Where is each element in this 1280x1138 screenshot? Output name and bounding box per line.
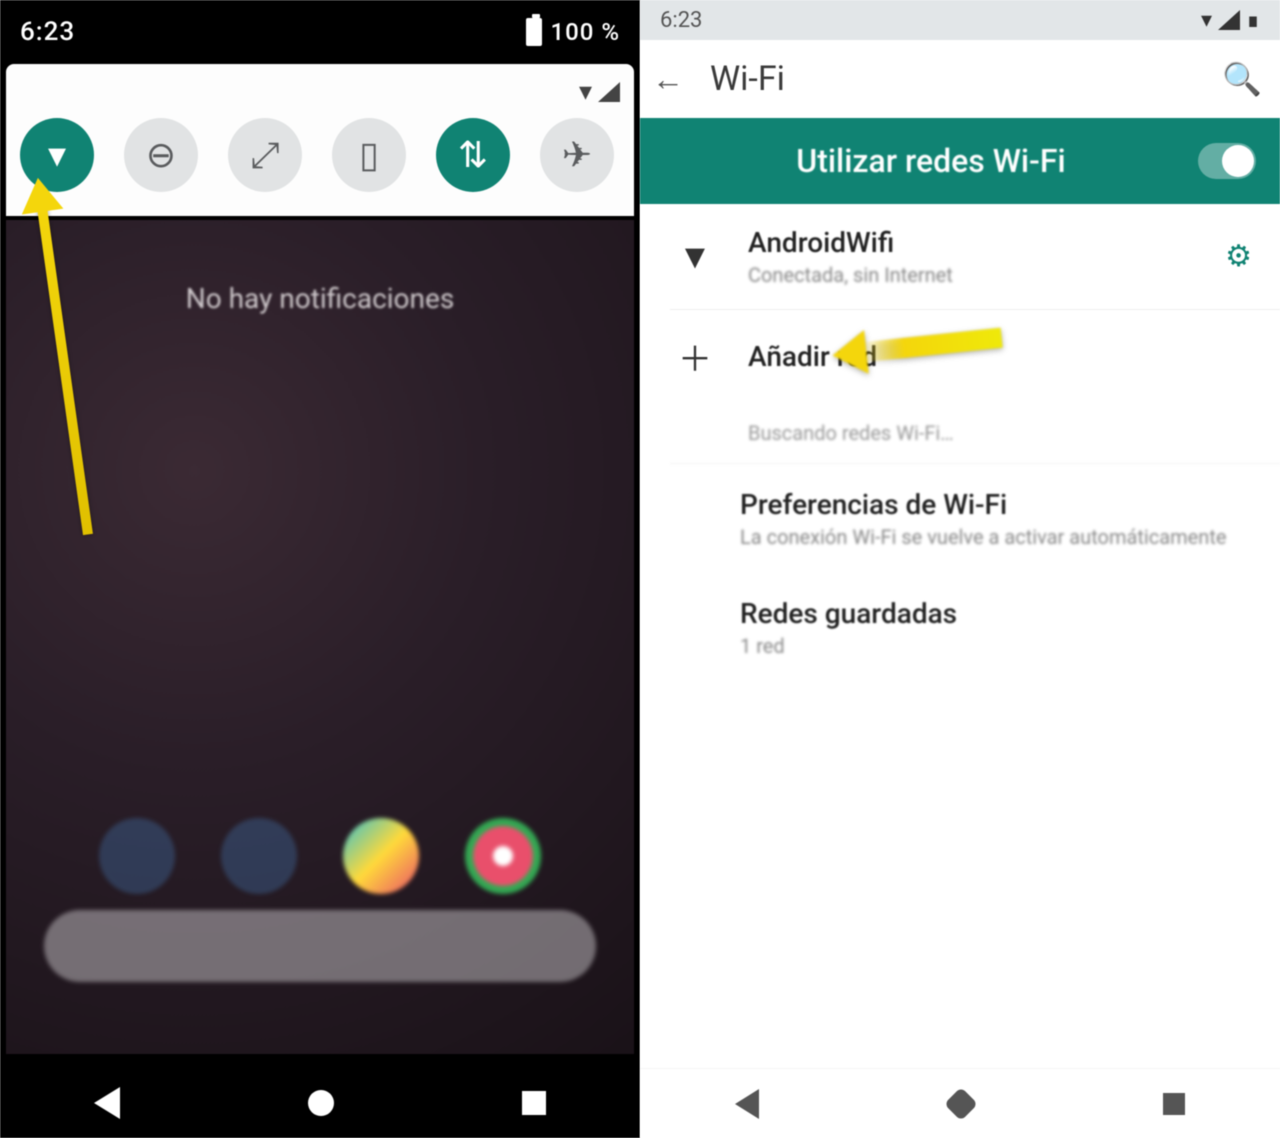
wifi-signal-icon: ▾: [1201, 8, 1212, 33]
plus-icon: ＋: [670, 332, 720, 381]
wifi-preferences-title: Preferencias de Wi-Fi: [740, 488, 1250, 521]
network-settings-gear-icon[interactable]: ⚙: [1225, 239, 1252, 274]
status-battery: 100 %: [526, 18, 620, 46]
wifi-preferences-subtitle: La conexión Wi-Fi se vuelve a activar au…: [740, 525, 1250, 549]
nav-bar: [0, 1068, 640, 1138]
dock: [6, 818, 634, 894]
page-title: Wi-Fi: [710, 59, 1196, 99]
dock-phone-icon[interactable]: [99, 818, 175, 894]
status-time: 6:23: [660, 8, 702, 33]
wifi-signal-icon: ▾: [579, 77, 592, 107]
network-row-connected[interactable]: ▼ AndroidWifi Conectada, sin Internet ⚙: [670, 204, 1280, 310]
saved-networks-row[interactable]: Redes guardadas 1 red: [670, 573, 1280, 682]
saved-networks-subtitle: 1 red: [740, 634, 1250, 658]
wifi-full-icon: ▼: [670, 237, 720, 277]
nav-recent-icon[interactable]: [522, 1091, 546, 1115]
status-icons: ▾ ∎: [1201, 8, 1260, 33]
qs-tile-airplane[interactable]: ✈: [540, 118, 614, 192]
saved-networks-title: Redes guardadas: [740, 597, 1250, 630]
wifi-toggle-label: Utilizar redes Wi-Fi: [664, 142, 1198, 180]
cell-signal-icon: [598, 82, 620, 102]
switch-on-icon[interactable]: [1198, 143, 1256, 179]
qs-signal-icons: ▾: [579, 77, 620, 107]
phone-left-notification-shade: 6:23 100 % ▾ ▾⊖⤢▯⇅✈ No hay notificacione…: [0, 0, 640, 1138]
status-bar: 6:23 100 %: [0, 0, 640, 64]
network-ssid: AndroidWifi: [748, 226, 1197, 259]
dock-chrome-icon[interactable]: [465, 818, 541, 894]
home-wallpaper: No hay notificaciones: [6, 220, 634, 1054]
battery-icon: ∎: [1246, 8, 1260, 33]
qs-tile-auto-rotate[interactable]: ⤢: [228, 118, 302, 192]
wifi-master-toggle[interactable]: Utilizar redes Wi-Fi: [640, 118, 1280, 204]
phone-right-wifi-settings: 6:23 ▾ ∎ ← Wi-Fi 🔍 Utilizar redes Wi-Fi …: [640, 0, 1280, 1138]
nav-recent-icon[interactable]: [1163, 1093, 1185, 1115]
status-time: 6:23: [20, 17, 75, 47]
nav-bar: [640, 1068, 1280, 1138]
nav-home-icon[interactable]: [308, 1090, 334, 1116]
appbar: ← Wi-Fi 🔍: [640, 40, 1280, 118]
status-bar: 6:23 ▾ ∎: [640, 0, 1280, 40]
nav-back-icon[interactable]: [94, 1087, 120, 1119]
battery-percent: 100 %: [550, 18, 620, 46]
google-search-pill[interactable]: [44, 910, 596, 982]
network-status: Conectada, sin Internet: [748, 263, 1197, 287]
qs-header: ▾: [20, 72, 620, 112]
qs-tile-battery[interactable]: ▯: [332, 118, 406, 192]
wifi-network-list: ▼ AndroidWifi Conectada, sin Internet ⚙ …: [640, 204, 1280, 682]
back-icon[interactable]: ←: [652, 60, 684, 98]
nav-back-icon[interactable]: [735, 1089, 759, 1119]
battery-icon: [526, 18, 542, 46]
add-network-row[interactable]: ＋ Añadir red: [670, 310, 1280, 403]
qs-tile-mobile-data[interactable]: ⇅: [436, 118, 510, 192]
qs-tiles: ▾⊖⤢▯⇅✈: [20, 118, 620, 192]
wifi-preferences-row[interactable]: Preferencias de Wi-Fi La conexión Wi-Fi …: [670, 464, 1280, 573]
quick-settings-panel[interactable]: ▾ ▾⊖⤢▯⇅✈: [6, 64, 634, 216]
dock-messages-icon[interactable]: [221, 818, 297, 894]
qs-tile-dnd[interactable]: ⊖: [124, 118, 198, 192]
cell-signal-icon: [1218, 10, 1240, 30]
dock-playstore-icon[interactable]: [343, 818, 419, 894]
nav-home-icon[interactable]: [944, 1087, 978, 1121]
no-notifications-text: No hay notificaciones: [6, 282, 634, 315]
search-icon[interactable]: 🔍: [1222, 60, 1262, 98]
scanning-hint: Buscando redes Wi-Fi…: [670, 403, 1280, 464]
